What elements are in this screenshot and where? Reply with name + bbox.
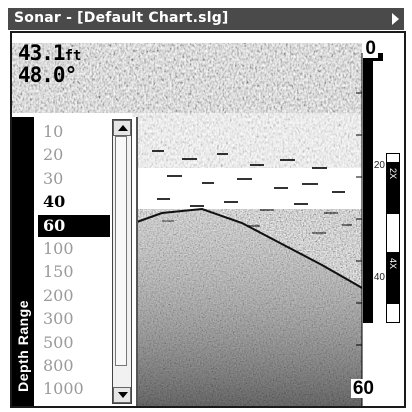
title-bar: Sonar - [Default Chart.slg] (8, 8, 404, 30)
zoom-bar[interactable]: 2X 4X (386, 153, 400, 323)
depth-range-option[interactable]: 800 (38, 355, 110, 377)
depth-range-option[interactable]: 500 (38, 332, 110, 354)
temperature-readout: 48.0° (18, 63, 77, 87)
depth-scale-mid-lower: 40 (372, 272, 386, 283)
depth-range-option[interactable]: 60 (38, 214, 110, 237)
depth-range-option[interactable]: 200 (38, 285, 110, 307)
arrow-up-icon (118, 125, 128, 131)
depth-range-option[interactable]: 40 (38, 191, 110, 213)
depth-range-scrollbar[interactable] (112, 119, 132, 404)
scroll-down-button[interactable] (113, 387, 131, 403)
depth-range-option[interactable]: 150 (38, 261, 110, 283)
scrollbar-thumb[interactable] (115, 136, 127, 366)
scrollbar-track[interactable] (113, 136, 131, 387)
depth-range-option[interactable]: 100 (38, 238, 110, 260)
zoom-4x-label: 4X (388, 258, 398, 270)
depth-scale-bottom: 60 (350, 378, 376, 399)
zoom-2x-segment[interactable]: 2X (387, 162, 399, 214)
sonar-app: Sonar - [Default Chart.slg] 43.1ft 48.0°… (0, 0, 412, 412)
depth-range-menu: Depth Range 10 20 30 40 60 100 150 200 300 500 800… (12, 117, 138, 406)
arrow-right-icon[interactable] (392, 13, 399, 25)
scroll-up-button[interactable] (113, 120, 131, 136)
depth-range-list[interactable]: 10 20 30 40 60 100 150 200 300 500 800 1000 (36, 117, 112, 406)
depth-scale-mid-upper: 20 (372, 160, 386, 171)
sonar-window: 43.1ft 48.0° 0 20 40 60 2X 4X Depth Rang… (10, 31, 406, 408)
zoom-4x-segment[interactable]: 4X (387, 252, 399, 304)
depth-range-tab: Depth Range (12, 117, 34, 406)
depth-range-title: Depth Range (15, 300, 31, 392)
depth-range-option[interactable]: 20 (38, 144, 110, 166)
depth-unit: ft (64, 48, 82, 64)
arrow-down-icon (118, 392, 128, 398)
depth-scale-top: 0 (363, 38, 378, 59)
zoom-2x-label: 2X (388, 168, 398, 180)
depth-range-option[interactable]: 10 (38, 121, 110, 143)
window-title: Sonar - [Default Chart.slg] (14, 10, 229, 26)
depth-range-option[interactable]: 1000 (38, 378, 110, 400)
depth-range-option[interactable]: 30 (38, 168, 110, 190)
depth-range-option[interactable]: 300 (38, 308, 110, 330)
depth-value: 43.1 (18, 41, 66, 65)
